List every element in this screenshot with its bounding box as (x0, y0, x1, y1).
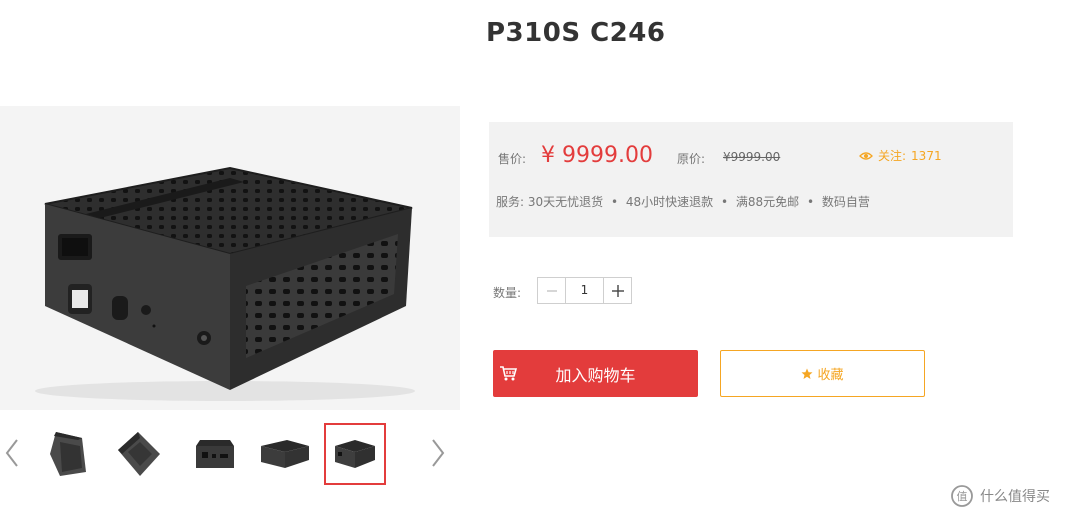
quantity-input[interactable]: 1 (565, 278, 604, 303)
thumbnail-5[interactable] (324, 423, 386, 485)
plus-icon (611, 284, 624, 297)
separator-dot: • (721, 195, 729, 209)
site-watermark: 值 什么值得买 (950, 484, 1050, 508)
svg-text:值: 值 (957, 490, 968, 503)
sale-price-label: 售价: (498, 152, 527, 166)
follow-label: 关注: (878, 149, 907, 163)
watermark-text: 什么值得买 (980, 489, 1050, 505)
thumbnail-3[interactable] (184, 423, 246, 485)
increase-button[interactable] (604, 278, 631, 303)
product-title: P310S C246 (486, 18, 666, 48)
original-price: ¥9999.00 (723, 150, 781, 164)
separator-dot: • (610, 195, 619, 209)
star-icon (801, 368, 813, 379)
watermark-logo-icon: 值 (951, 485, 973, 507)
service-label: 服务: (496, 195, 525, 209)
follow-number: 1371 (911, 148, 942, 163)
quantity-label: 数量: (493, 286, 522, 300)
thumbnail-next-arrow-icon[interactable] (427, 436, 447, 470)
service-item: 满88元免邮 (735, 195, 800, 209)
minus-icon (546, 289, 557, 292)
service-item: 48小时快速退款 (625, 195, 714, 209)
favorite-button[interactable]: 收藏 (720, 350, 925, 397)
thumbnail-4[interactable] (254, 423, 316, 485)
original-price-label: 原价: (677, 152, 706, 166)
follow-count[interactable]: 关注: 1371 (859, 147, 942, 164)
favorite-label: 收藏 (817, 368, 844, 383)
thumbnail-2[interactable] (104, 423, 166, 485)
service-item: 30天无忧退货 (527, 195, 604, 209)
thumbnail-prev-arrow-icon[interactable] (3, 436, 23, 470)
price-panel (489, 122, 1013, 237)
service-list: 服务: 30天无忧退货 • 48小时快速退款 • 满88元免邮 • 数码自营 (496, 193, 870, 210)
cart-icon (500, 366, 517, 381)
add-to-cart-button[interactable]: 加入购物车 (493, 350, 698, 397)
separator-dot: • (807, 195, 815, 209)
decrease-button[interactable] (538, 278, 565, 303)
quantity-stepper: 1 (537, 277, 632, 304)
thumbnail-1[interactable] (36, 423, 98, 485)
service-item: 数码自营 (821, 195, 870, 209)
main-product-image (0, 106, 460, 410)
eye-icon (859, 151, 873, 160)
add-to-cart-label: 加入购物车 (555, 365, 636, 385)
sale-price: ¥ 9999.00 (541, 143, 653, 168)
